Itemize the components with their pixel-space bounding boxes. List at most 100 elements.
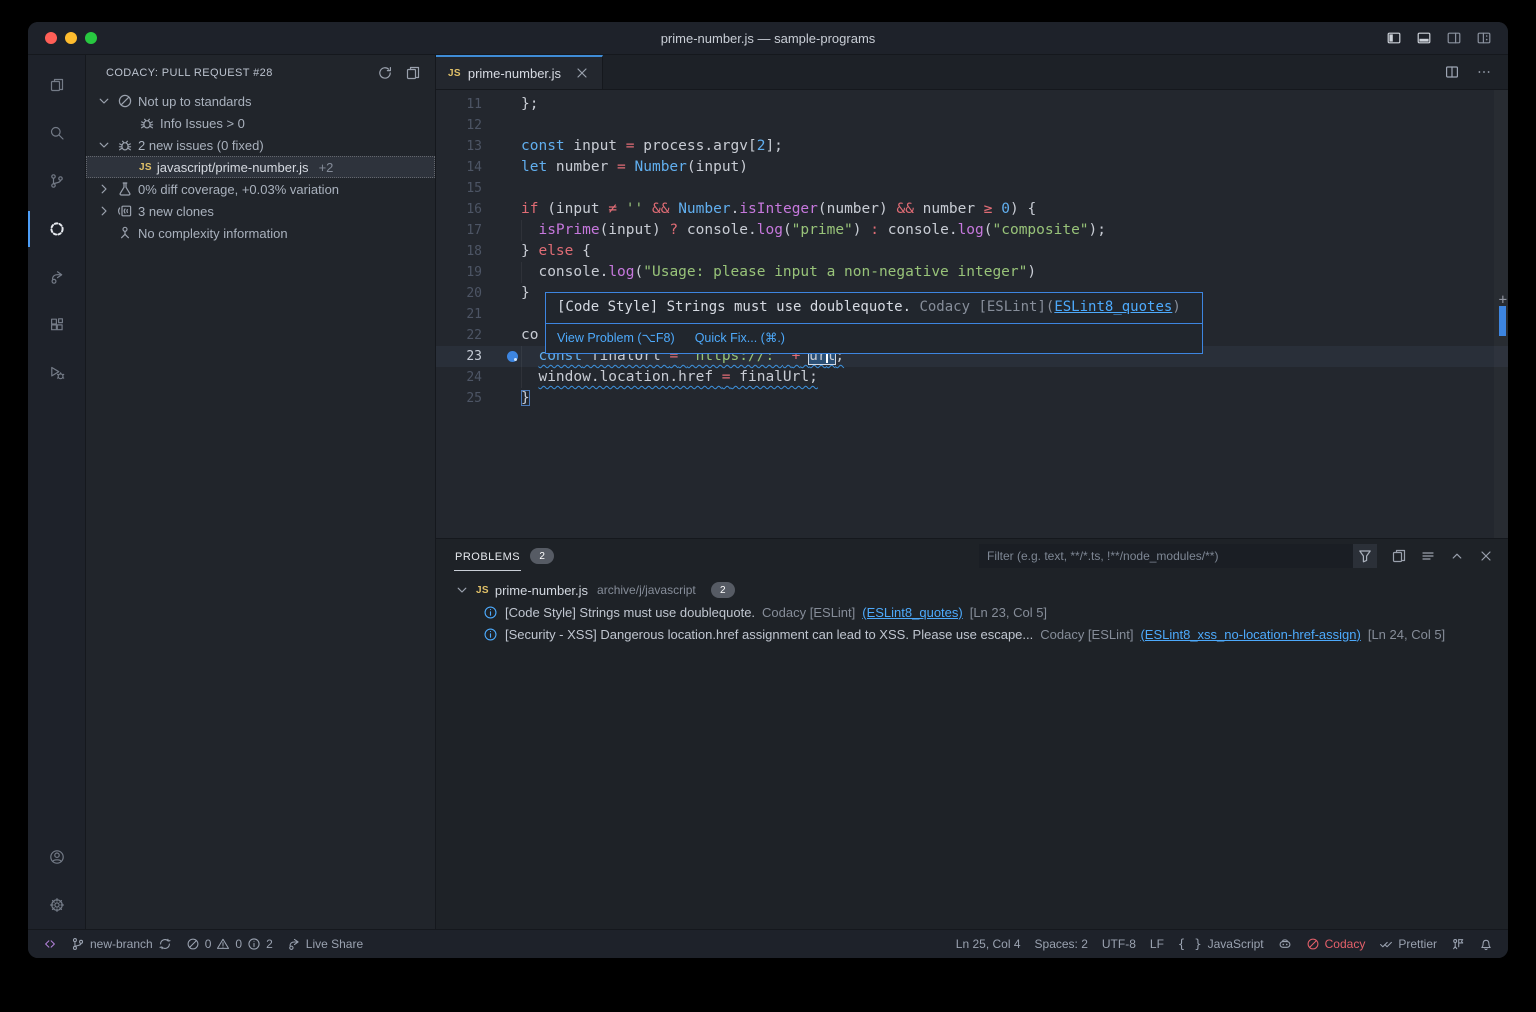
activity-source-control[interactable] bbox=[28, 157, 85, 205]
view-problem-link[interactable]: View Problem (⌥F8) bbox=[557, 328, 675, 349]
problems-file-name: prime-number.js bbox=[495, 583, 588, 598]
toggle-sidebar-icon[interactable] bbox=[1386, 30, 1402, 46]
code-line-16[interactable]: 16if (input ≠ '' && Number.isInteger(num… bbox=[436, 199, 1508, 220]
code-line-15[interactable]: 15 bbox=[436, 178, 1508, 199]
code-token: co bbox=[521, 327, 538, 343]
collapse-icon[interactable] bbox=[405, 65, 421, 81]
close-window-button[interactable] bbox=[45, 32, 57, 44]
errors-icon bbox=[186, 937, 200, 951]
code-token: ( bbox=[635, 264, 644, 280]
code-line-11[interactable]: 11}; bbox=[436, 94, 1508, 115]
code-token: isPrime bbox=[538, 222, 599, 238]
tab-problems[interactable]: PROBLEMS bbox=[454, 542, 521, 571]
eslint-rule-link[interactable]: ESLint8_quotes bbox=[1054, 299, 1172, 315]
code-token: . bbox=[731, 201, 740, 217]
eslint-rule-link[interactable]: (ESLint8_xss_no-location-href-assign) bbox=[1140, 627, 1360, 642]
prettier-status[interactable]: Prettier bbox=[1372, 930, 1444, 958]
line-content: let number = Number(input) bbox=[521, 157, 748, 178]
code-line-13[interactable]: 13const input = process.argv[2]; bbox=[436, 136, 1508, 157]
tree-item[interactable]: Not up to standards bbox=[86, 90, 435, 112]
code-line-24[interactable]: 24 window.location.href = finalUrl; bbox=[436, 367, 1508, 388]
more-actions-icon[interactable] bbox=[1476, 64, 1492, 80]
eol-status[interactable]: LF bbox=[1143, 930, 1171, 958]
problems-file-row[interactable]: JSprime-number.jsarchive/j/javascript2 bbox=[436, 579, 1508, 601]
activity-codacy[interactable] bbox=[28, 205, 85, 253]
refresh-icon[interactable] bbox=[377, 65, 393, 81]
copilot-status[interactable] bbox=[1271, 930, 1299, 958]
view-as-list-icon[interactable] bbox=[1420, 548, 1436, 564]
filter-input[interactable] bbox=[979, 549, 1353, 563]
problems-status[interactable]: 0 0 2 bbox=[179, 930, 280, 958]
tree-item[interactable]: 3 new clones bbox=[86, 200, 435, 222]
tree-indent-spacer bbox=[118, 159, 134, 175]
activity-search[interactable] bbox=[28, 109, 85, 157]
tree-item[interactable]: 0% diff coverage, +0.03% variation bbox=[86, 178, 435, 200]
overview-ruler[interactable]: + bbox=[1494, 90, 1508, 538]
activity-live-share[interactable] bbox=[28, 253, 85, 301]
branch-icon bbox=[71, 937, 85, 951]
language-status[interactable]: { } JavaScript bbox=[1171, 930, 1271, 958]
split-editor-icon[interactable] bbox=[1444, 64, 1460, 80]
tree-item[interactable]: JSjavascript/prime-number.js+2 bbox=[86, 156, 435, 178]
notifications-status[interactable] bbox=[1472, 930, 1500, 958]
quick-fix-link[interactable]: Quick Fix... (⌘.) bbox=[695, 328, 785, 349]
code-line-17[interactable]: 17 isPrime(input) ? console.log("prime")… bbox=[436, 220, 1508, 241]
customize-layout-icon[interactable] bbox=[1476, 30, 1492, 46]
code-line-19[interactable]: 19 console.log("Usage: please input a no… bbox=[436, 262, 1508, 283]
tab-close-icon[interactable] bbox=[574, 65, 590, 81]
tree-item-label: javascript/prime-number.js bbox=[157, 160, 309, 175]
indentation-status[interactable]: Spaces: 2 bbox=[1028, 930, 1095, 958]
code-token: input bbox=[565, 138, 626, 154]
code-token: && bbox=[896, 201, 913, 217]
bug-icon bbox=[139, 115, 155, 131]
code-line-25[interactable]: 25} bbox=[436, 388, 1508, 409]
line-number: 22 bbox=[436, 325, 482, 346]
code-token: (number) bbox=[818, 201, 897, 217]
eslint-rule-link[interactable]: (ESLint8_quotes) bbox=[862, 605, 962, 620]
tree-item[interactable]: 2 new issues (0 fixed) bbox=[86, 134, 435, 156]
tree-item[interactable]: Info Issues > 0 bbox=[86, 112, 435, 134]
beaker-icon bbox=[117, 181, 133, 197]
problems-panel: PROBLEMS 2 JSprime-number bbox=[436, 538, 1508, 929]
braces-icon: { } bbox=[1178, 937, 1203, 951]
line-number: 13 bbox=[436, 136, 482, 157]
code-token: log bbox=[608, 264, 634, 280]
code-line-18[interactable]: 18} else { bbox=[436, 241, 1508, 262]
close-panel-icon[interactable] bbox=[1478, 548, 1494, 564]
remote-indicator[interactable] bbox=[36, 930, 64, 958]
workbench: CODACY: PULL REQUEST #28 Not up to stand… bbox=[28, 55, 1508, 929]
copilot-icon bbox=[1278, 937, 1292, 951]
tree-item[interactable]: No complexity information bbox=[86, 222, 435, 244]
problem-row[interactable]: [Code Style] Strings must use doublequot… bbox=[436, 601, 1508, 623]
maximize-panel-icon[interactable] bbox=[1449, 548, 1465, 564]
activity-extensions[interactable] bbox=[28, 301, 85, 349]
activity-explorer[interactable] bbox=[28, 61, 85, 109]
feedback-status[interactable] bbox=[1444, 930, 1472, 958]
code-line-14[interactable]: 14let number = Number(input) bbox=[436, 157, 1508, 178]
problems-filter bbox=[979, 544, 1377, 568]
zoom-window-button[interactable] bbox=[85, 32, 97, 44]
toggle-panel-icon[interactable] bbox=[1416, 30, 1432, 46]
code-token: ) bbox=[853, 222, 870, 238]
live-share-status[interactable]: Live Share bbox=[280, 930, 370, 958]
collapse-all-icon[interactable] bbox=[1391, 548, 1407, 564]
code-token bbox=[626, 159, 635, 175]
tab-prime-number[interactable]: JS prime-number.js bbox=[436, 55, 603, 89]
tree-item-label: Info Issues > 0 bbox=[160, 116, 245, 131]
activity-run-and-debug[interactable] bbox=[28, 349, 85, 397]
codacy-status[interactable]: Codacy bbox=[1299, 930, 1373, 958]
branch-status[interactable]: new-branch bbox=[64, 930, 179, 958]
line-number: 15 bbox=[436, 178, 482, 199]
code-line-12[interactable]: 12 bbox=[436, 115, 1508, 136]
problem-row[interactable]: [Security - XSS] Dangerous location.href… bbox=[436, 623, 1508, 645]
toggle-secondary-sidebar-icon[interactable] bbox=[1446, 30, 1462, 46]
cursor-position[interactable]: Ln 25, Col 4 bbox=[949, 930, 1028, 958]
chevron-right-icon bbox=[96, 203, 112, 219]
activity-settings[interactable] bbox=[28, 881, 85, 929]
code-editor[interactable]: 11};1213const input = process.argv[2];14… bbox=[436, 90, 1508, 538]
encoding-status[interactable]: UTF-8 bbox=[1095, 930, 1143, 958]
codacy-pin-icon[interactable] bbox=[507, 351, 518, 362]
activity-accounts[interactable] bbox=[28, 833, 85, 881]
filter-funnel-icon[interactable] bbox=[1353, 544, 1377, 568]
minimize-window-button[interactable] bbox=[65, 32, 77, 44]
